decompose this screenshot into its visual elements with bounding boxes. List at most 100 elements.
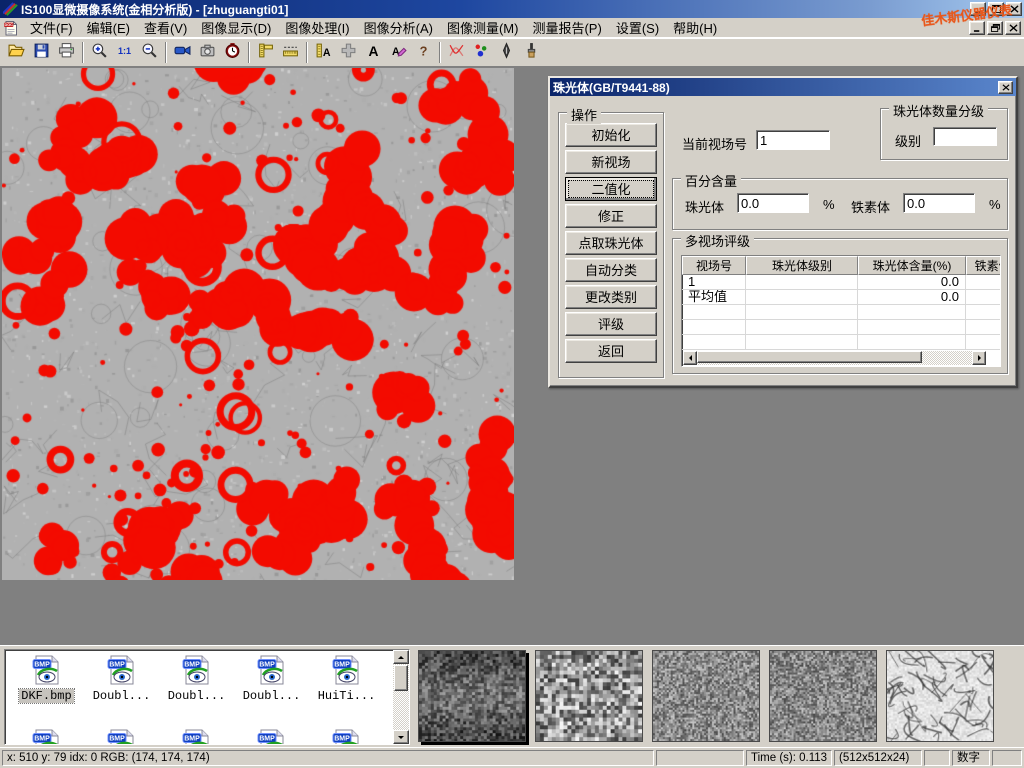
ferrite-percent-unit: %	[989, 197, 1001, 212]
file-item-5[interactable]: BMPHuiTi...	[310, 654, 383, 704]
menu-item-help[interactable]: 帮助(H)	[666, 17, 724, 38]
thumbnail-canvas-1	[419, 651, 525, 741]
calibration-button[interactable]: A	[311, 41, 336, 64]
pearlite-dialog: 珠光体(GB/T9441-88) 操作 初始化新视场二值化修正点取珠光体自动分类…	[548, 76, 1018, 388]
table-header-col-1: 珠光体级别	[746, 256, 858, 275]
actual-size-button[interactable]: 1:1	[112, 41, 137, 64]
table-cell	[746, 320, 858, 334]
table-row-3[interactable]	[682, 320, 1000, 335]
vscroll-down-button[interactable]	[393, 730, 409, 744]
menu-item-measure-report[interactable]: 测量报告(P)	[525, 17, 608, 38]
measure-ruler-button[interactable]	[278, 41, 303, 64]
zoom-out-button[interactable]	[137, 41, 162, 64]
draw-pen-button[interactable]	[494, 41, 519, 64]
change-class-button[interactable]: 更改类别	[565, 285, 657, 309]
file-item-1[interactable]: BMPDKF.bmp	[10, 654, 83, 704]
status-panel-empty-1	[656, 750, 744, 766]
file-item-partial-3[interactable]: BMP	[160, 728, 233, 745]
table-row-2[interactable]	[682, 305, 1000, 320]
menu-item-file[interactable]: 文件(F)	[23, 17, 80, 38]
text-annotate-button[interactable]: A	[361, 41, 386, 64]
measure-caliper-button[interactable]	[253, 41, 278, 64]
thumbnail-5[interactable]	[886, 650, 994, 742]
init-button[interactable]: 初始化	[565, 123, 657, 147]
table-header-col-3: 铁素体含量(%)	[966, 256, 1001, 275]
file-item-4[interactable]: BMP Doubl...	[235, 654, 308, 704]
svg-text:BMP: BMP	[259, 662, 275, 669]
thumbnail-canvas-5	[887, 651, 993, 741]
file-item-partial-4[interactable]: BMP	[235, 728, 308, 745]
menu-item-image-process[interactable]: 图像处理(I)	[278, 17, 356, 38]
document-icon[interactable]: DOC	[3, 20, 19, 36]
hscroll-track[interactable]	[697, 351, 972, 365]
table-cell: 0.0	[858, 290, 966, 304]
table-row-0[interactable]: 10.0	[682, 275, 1000, 290]
grading-group: 珠光体数量分级 级别	[880, 108, 1008, 160]
file-item-partial-2[interactable]: BMP	[85, 728, 158, 745]
vscroll-up-button[interactable]	[393, 650, 409, 664]
save-button[interactable]	[29, 41, 54, 64]
app-icon[interactable]	[3, 2, 18, 17]
child-close-button[interactable]	[1005, 21, 1021, 35]
video-capture-button[interactable]	[170, 41, 195, 64]
print-button[interactable]	[54, 41, 79, 64]
binarize-button[interactable]: 二值化	[565, 177, 657, 201]
pick-pearlite-button[interactable]: 点取珠光体	[565, 231, 657, 255]
vscroll-thumb[interactable]	[394, 665, 408, 691]
new-field-button[interactable]: 新视场	[565, 150, 657, 174]
ruler-icon	[282, 42, 299, 64]
file-vscrollbar[interactable]	[393, 650, 409, 744]
micrograph-canvas[interactable]	[2, 68, 514, 580]
file-item-partial-1[interactable]: BMP	[10, 728, 83, 745]
menu-item-image-display[interactable]: 图像显示(D)	[194, 17, 278, 38]
dialog-close-button[interactable]	[998, 81, 1013, 94]
grading-table[interactable]: 视场号珠光体级别珠光体含量(%)铁素体含量(%) 10.0平均值0.0	[681, 255, 1001, 367]
file-item-3[interactable]: BMPDoubl...	[160, 654, 233, 704]
file-item-partial-5[interactable]: BMP	[310, 728, 383, 745]
menu-item-image-measure[interactable]: 图像测量(M)	[440, 17, 526, 38]
grid-button[interactable]	[336, 41, 361, 64]
operations-group: 操作 初始化新视场二值化修正点取珠光体自动分类更改类别评级返回	[558, 112, 664, 378]
classify-button[interactable]	[469, 41, 494, 64]
brush-button[interactable]	[519, 41, 544, 64]
thumbnail-1[interactable]	[418, 650, 526, 742]
ferrite-percent-input[interactable]	[903, 193, 975, 213]
menu-item-image-analysis[interactable]: 图像分析(A)	[357, 17, 440, 38]
hscroll-thumb[interactable]	[697, 351, 922, 363]
thumbnail-4[interactable]	[769, 650, 877, 742]
table-hscrollbar[interactable]	[683, 351, 986, 365]
open-button[interactable]	[4, 41, 29, 64]
grade-level-input[interactable]	[933, 127, 997, 146]
table-header-row: 视场号珠光体级别珠光体含量(%)铁素体含量(%)	[682, 256, 1000, 275]
help-tool-button[interactable]: ?	[411, 41, 436, 64]
thumbnail-3[interactable]	[652, 650, 760, 742]
auto-classify-button[interactable]: 自动分类	[565, 258, 657, 282]
snapshot-button[interactable]	[195, 41, 220, 64]
hscroll-right-button[interactable]	[972, 351, 986, 365]
pearlite-percent-input[interactable]	[737, 193, 809, 213]
svg-text:1:1: 1:1	[118, 46, 131, 56]
file-item-2[interactable]: BMPDoubl...	[85, 654, 158, 704]
table-cell	[966, 305, 1001, 319]
menu-item-view[interactable]: 查看(V)	[137, 17, 194, 38]
correct-button[interactable]: 修正	[565, 204, 657, 228]
grade-button[interactable]: 评级	[565, 312, 657, 336]
thumbnail-2[interactable]	[535, 650, 643, 742]
titlebar[interactable]: IS100显微摄像系统(金相分析版) - [zhuguangti01]	[0, 0, 1024, 18]
child-restore-button[interactable]	[987, 21, 1003, 35]
current-field-input[interactable]	[756, 130, 830, 150]
table-row-4[interactable]	[682, 335, 1000, 350]
menu-item-settings[interactable]: 设置(S)	[609, 17, 666, 38]
table-row-1[interactable]: 平均值0.0	[682, 290, 1000, 305]
curve-tool-button[interactable]	[444, 41, 469, 64]
dialog-titlebar[interactable]: 珠光体(GB/T9441-88)	[550, 78, 1016, 96]
current-field-label: 当前视场号	[682, 134, 747, 153]
zoom-in-button[interactable]	[87, 41, 112, 64]
file-name: Doubl...	[241, 689, 303, 703]
return-button[interactable]: 返回	[565, 339, 657, 363]
hscroll-left-button[interactable]	[683, 351, 697, 365]
text-edit-button[interactable]: A	[386, 41, 411, 64]
timer-button[interactable]	[220, 41, 245, 64]
menu-item-edit[interactable]: 编辑(E)	[80, 17, 137, 38]
toolbar-separator	[306, 42, 308, 63]
